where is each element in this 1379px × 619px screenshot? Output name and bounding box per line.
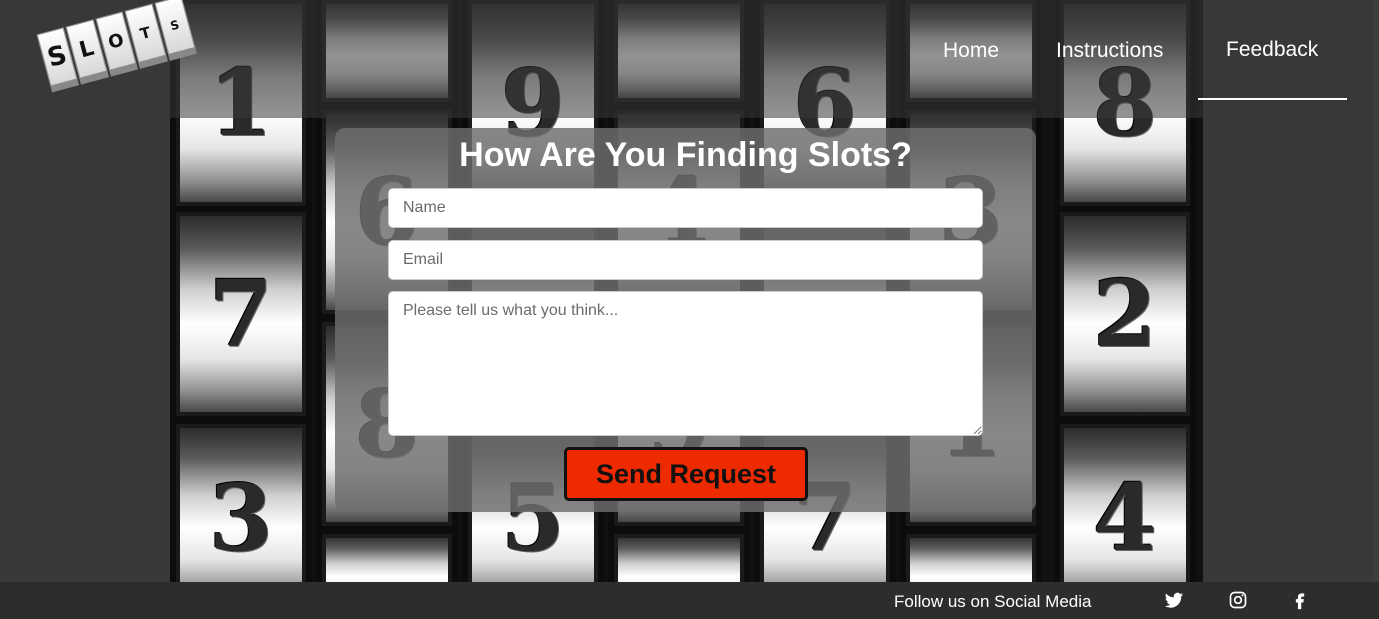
slots-logo[interactable]: S L O T S <box>36 0 198 94</box>
reel-cell: 7 <box>176 212 306 416</box>
email-input[interactable] <box>388 240 983 280</box>
message-textarea[interactable] <box>388 291 983 436</box>
send-request-button[interactable]: Send Request <box>564 447 808 501</box>
nav-link-home[interactable]: Home <box>943 39 999 63</box>
nav-link-feedback[interactable]: Feedback <box>1226 38 1318 62</box>
instagram-icon[interactable] <box>1228 590 1248 610</box>
facebook-icon[interactable] <box>1290 590 1310 610</box>
name-input[interactable] <box>388 188 983 228</box>
footer: Follow us on Social Media <box>0 582 1379 619</box>
form-title: How Are You Finding Slots? <box>459 136 912 174</box>
twitter-icon[interactable] <box>1164 590 1184 610</box>
reel-cell: 2 <box>1060 212 1190 416</box>
scrollbar[interactable] <box>1373 0 1379 582</box>
active-nav-indicator <box>1198 98 1347 100</box>
top-navigation-bar: S L O T S Home Instructions Feedback <box>0 0 1379 118</box>
follow-social-text: Follow us on Social Media <box>894 592 1092 611</box>
nav-link-instructions[interactable]: Instructions <box>1056 39 1163 63</box>
